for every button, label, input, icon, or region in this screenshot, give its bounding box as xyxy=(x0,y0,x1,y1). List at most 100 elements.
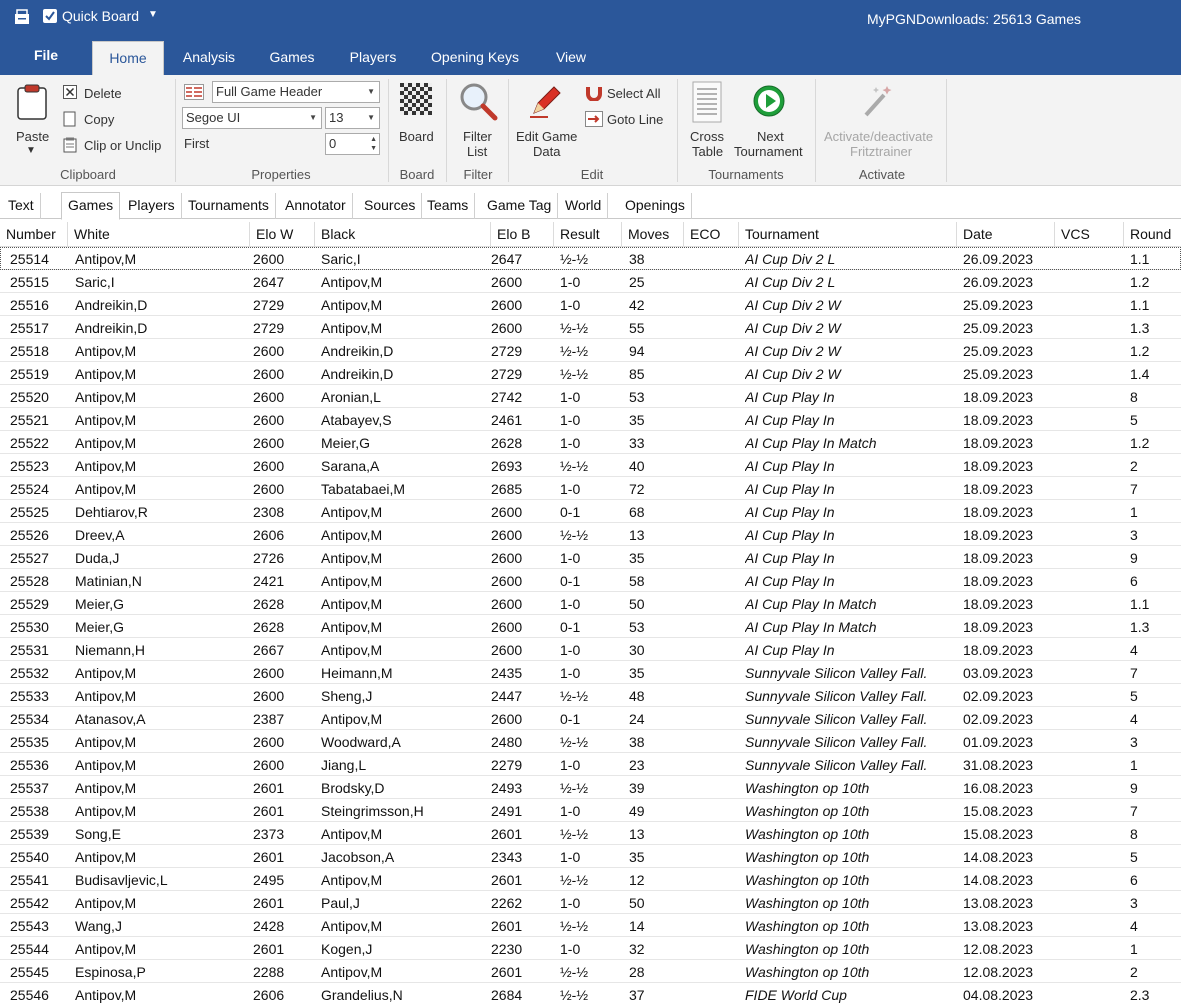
table-row[interactable]: 25545 Espinosa,P 2288 Antipov,M 2601 ½-½ 28 Was… xyxy=(0,960,1181,983)
save-icon[interactable] xyxy=(12,7,32,27)
tab-players-list[interactable]: Players xyxy=(122,193,182,219)
header-style-select[interactable]: Full Game Header ▼ xyxy=(212,81,380,103)
column-header-round[interactable]: Round xyxy=(1124,222,1181,247)
copy-button[interactable]: Copy xyxy=(84,112,114,127)
column-header-date[interactable]: Date xyxy=(957,222,1055,247)
table-row[interactable]: 25520 Antipov,M 2600 Aronian,L 2742 1-0 53 AI C… xyxy=(0,385,1181,408)
font-size-select[interactable]: 13 ▼ xyxy=(325,107,380,129)
tab-opening-keys[interactable]: Opening Keys xyxy=(424,40,526,75)
tab-players[interactable]: Players xyxy=(340,40,406,75)
column-header-elo-b[interactable]: Elo B xyxy=(491,222,554,247)
table-row[interactable]: 25536 Antipov,M 2600 Jiang,L 2279 1-0 23 Sunnyv… xyxy=(0,753,1181,776)
table-row[interactable]: 25539 Song,E 2373 Antipov,M 2601 ½-½ 13 Washing… xyxy=(0,822,1181,845)
board-button[interactable]: Board xyxy=(399,129,434,144)
tab-world[interactable]: World xyxy=(559,193,609,219)
tab-game-tag[interactable]: Game Tag xyxy=(481,193,559,219)
table-row[interactable]: 25527 Duda,J 2726 Antipov,M 2600 1-0 35 AI Cup … xyxy=(0,546,1181,569)
first-stepper[interactable]: 0 ▲ ▼ xyxy=(325,133,380,155)
goto-line-button[interactable]: Goto Line xyxy=(607,112,663,127)
chessboard-icon[interactable] xyxy=(400,83,432,118)
filter-list-button[interactable]: Filter xyxy=(463,129,492,144)
table-row[interactable]: 25538 Antipov,M 2601 Steingrimsson,H 2491 1-0… xyxy=(0,799,1181,822)
column-header-vcs[interactable]: VCS xyxy=(1055,222,1124,247)
tab-sources[interactable]: Sources xyxy=(358,193,423,219)
tab-home[interactable]: Home xyxy=(92,41,164,76)
table-row[interactable]: 25543 Wang,J 2428 Antipov,M 2601 ½-½ 14 Washing… xyxy=(0,914,1181,937)
stepper-up-icon[interactable]: ▲ xyxy=(370,136,377,144)
table-row[interactable]: 25532 Antipov,M 2600 Heimann,M 2435 1-0 35 Sunn… xyxy=(0,661,1181,684)
column-header-number[interactable]: Number xyxy=(0,222,68,247)
cross-table-button[interactable]: Cross xyxy=(690,129,724,144)
column-header-black[interactable]: Black xyxy=(315,222,491,247)
column-header-eco[interactable]: ECO xyxy=(684,222,739,247)
tab-view[interactable]: View xyxy=(545,40,597,75)
column-header-moves[interactable]: Moves xyxy=(622,222,684,247)
table-row[interactable]: 25516 Andreikin,D 2729 Antipov,M 2600 1-0 42 AI… xyxy=(0,293,1181,316)
table-row[interactable]: 25521 Antipov,M 2600 Atabayev,S 2461 1-0 35 AI … xyxy=(0,408,1181,431)
table-row[interactable]: 25528 Matinian,N 2421 Antipov,M 2600 0-1 58 AI … xyxy=(0,569,1181,592)
edit-game-data-button-line2[interactable]: Data xyxy=(533,144,560,159)
filter-list-button-line2[interactable]: List xyxy=(467,144,487,159)
table-row[interactable]: 25522 Antipov,M 2600 Meier,G 2628 1-0 33 AI Cup… xyxy=(0,431,1181,454)
table-row[interactable]: 25531 Niemann,H 2667 Antipov,M 2600 1-0 30 AI C… xyxy=(0,638,1181,661)
table-row[interactable]: 25514 Antipov,M 2600 Saric,I 2647 ½-½ 38 AI Cup… xyxy=(0,247,1181,270)
clip-icon[interactable] xyxy=(63,137,79,156)
table-row[interactable]: 25515 Saric,I 2647 Antipov,M 2600 1-0 25 AI Cup… xyxy=(0,270,1181,293)
tab-teams[interactable]: Teams xyxy=(421,193,476,219)
tab-tournaments[interactable]: Tournaments xyxy=(182,193,276,219)
table-row[interactable]: 25530 Meier,G 2628 Antipov,M 2600 0-1 53 AI Cup… xyxy=(0,615,1181,638)
tab-text[interactable]: Text xyxy=(2,193,41,219)
table-row[interactable]: 25534 Atanasov,A 2387 Antipov,M 2600 0-1 24 Sun… xyxy=(0,707,1181,730)
activate-fritztrainer-button[interactable]: Activate/deactivate xyxy=(824,129,933,144)
quick-board-checkbox[interactable] xyxy=(43,9,57,23)
next-tournament-button-line2[interactable]: Tournament xyxy=(734,144,803,159)
cross-table-icon[interactable] xyxy=(692,81,722,126)
table-row[interactable]: 25546 Antipov,M 2606 Grandelius,N 2684 ½-½ 37 F… xyxy=(0,983,1181,1005)
magnifier-icon[interactable] xyxy=(458,81,498,124)
delete-icon[interactable] xyxy=(63,85,77,102)
activate-fritztrainer-button-line2[interactable]: Fritztrainer xyxy=(850,144,912,159)
tab-games[interactable]: Games xyxy=(262,40,322,75)
tab-file[interactable]: File xyxy=(18,38,74,73)
table-row[interactable]: 25542 Antipov,M 2601 Paul,J 2262 1-0 50 Washing… xyxy=(0,891,1181,914)
table-row[interactable]: 25540 Antipov,M 2601 Jacobson,A 2343 1-0 35 Was… xyxy=(0,845,1181,868)
table-row[interactable]: 25533 Antipov,M 2600 Sheng,J 2447 ½-½ 48 Sunnyv… xyxy=(0,684,1181,707)
goto-line-icon[interactable] xyxy=(585,111,603,130)
next-tournament-button[interactable]: Next xyxy=(757,129,784,144)
tab-games-list[interactable]: Games xyxy=(61,192,121,220)
table-row[interactable]: 25518 Antipov,M 2600 Andreikin,D 2729 ½-½ 94 AI… xyxy=(0,339,1181,362)
paste-dropdown-icon[interactable]: ▼ xyxy=(26,145,36,156)
table-row[interactable]: 25544 Antipov,M 2601 Kogen,J 2230 1-0 32 Washin… xyxy=(0,937,1181,960)
paste-button[interactable]: Paste xyxy=(16,129,49,144)
tab-openings[interactable]: Openings xyxy=(619,193,692,219)
table-row[interactable]: 25523 Antipov,M 2600 Sarana,A 2693 ½-½ 40 AI Cu… xyxy=(0,454,1181,477)
table-row[interactable]: 25517 Andreikin,D 2729 Antipov,M 2600 ½-½ 55 AI… xyxy=(0,316,1181,339)
cross-table-button-line2[interactable]: Table xyxy=(692,144,723,159)
delete-button[interactable]: Delete xyxy=(84,86,122,101)
magnet-select-icon[interactable] xyxy=(585,85,603,104)
column-header-white[interactable]: White xyxy=(68,222,250,247)
next-play-icon[interactable] xyxy=(753,85,785,120)
copy-icon[interactable] xyxy=(63,111,77,130)
edit-game-data-button[interactable]: Edit Game xyxy=(516,129,577,144)
column-header-result[interactable]: Result xyxy=(554,222,622,247)
table-row[interactable]: 25525 Dehtiarov,R 2308 Antipov,M 2600 0-1 68 AI… xyxy=(0,500,1181,523)
table-row[interactable]: 25526 Dreev,A 2606 Antipov,M 2600 ½-½ 13 AI Cup… xyxy=(0,523,1181,546)
tab-annotator[interactable]: Annotator xyxy=(279,193,353,219)
paste-icon[interactable] xyxy=(16,83,48,124)
stepper-down-icon[interactable]: ▼ xyxy=(370,145,377,153)
column-header-elo-w[interactable]: Elo W xyxy=(250,222,315,247)
column-header-tournament[interactable]: Tournament xyxy=(739,222,957,247)
edit-pencil-icon[interactable] xyxy=(528,83,564,122)
table-row[interactable]: 25535 Antipov,M 2600 Woodward,A 2480 ½-½ 38 Sun… xyxy=(0,730,1181,753)
clip-button[interactable]: Clip or Unclip xyxy=(84,138,161,153)
select-all-button[interactable]: Select All xyxy=(607,86,660,101)
table-row[interactable]: 25524 Antipov,M 2600 Tabatabaei,M 2685 1-0 72 A… xyxy=(0,477,1181,500)
table-row[interactable]: 25529 Meier,G 2628 Antipov,M 2600 1-0 50 AI Cup… xyxy=(0,592,1181,615)
table-row[interactable]: 25537 Antipov,M 2601 Brodsky,D 2493 ½-½ 39 Wash… xyxy=(0,776,1181,799)
table-row[interactable]: 25541 Budisavljevic,L 2495 Antipov,M 2601 ½-½… xyxy=(0,868,1181,891)
font-select[interactable]: Segoe UI ▼ xyxy=(182,107,322,129)
tab-analysis[interactable]: Analysis xyxy=(176,40,242,75)
table-row[interactable]: 25519 Antipov,M 2600 Andreikin,D 2729 ½-½ 85 AI… xyxy=(0,362,1181,385)
customize-quick-access-icon[interactable]: ▼ xyxy=(148,9,158,20)
